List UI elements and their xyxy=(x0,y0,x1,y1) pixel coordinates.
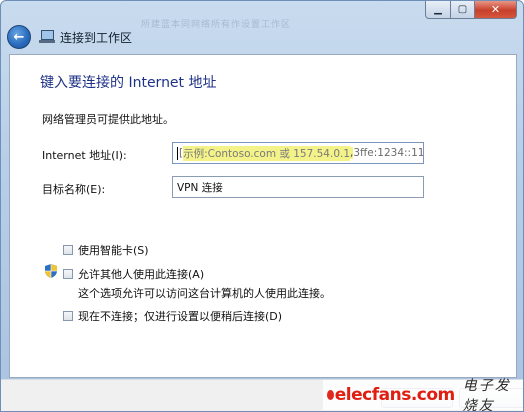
connect-later-option[interactable]: 现在不连接；仅进行设置以便稍后连接(D) xyxy=(63,308,282,324)
back-arrow-icon: ← xyxy=(13,29,25,45)
address-placeholder-highlight: 示例:Contoso.com 或 157.54.0.1 xyxy=(183,145,351,161)
page-heading: 键入要连接的 Internet 地址 xyxy=(40,75,217,91)
caption-buttons: ▁ ▢ ✕ xyxy=(425,1,517,19)
internet-address-label: Internet 地址(I): xyxy=(42,149,127,162)
connect-later-label: 现在不连接；仅进行设置以便稍后连接(D) xyxy=(78,310,283,323)
destination-name-input[interactable]: VPN 连接 xyxy=(172,176,424,198)
text-caret xyxy=(177,146,178,160)
watermark-brand: elecfans.com xyxy=(334,385,455,405)
watermark-dot-icon xyxy=(327,390,334,400)
allow-others-checkbox[interactable] xyxy=(63,269,73,279)
background-window-title: 所建蓝本同网络所有作设置工作区 xyxy=(141,20,292,30)
allow-others-note: 这个选项允许可以访问这台计算机的人使用此连接。 xyxy=(78,287,331,300)
content-panel: 键入要连接的 Internet 地址 网络管理员可提供此地址。 Internet… xyxy=(9,54,517,378)
allow-others-label: 允许其他人使用此连接(A) xyxy=(78,268,205,281)
minimize-button[interactable]: ▁ xyxy=(425,1,451,19)
smartcard-checkbox[interactable] xyxy=(63,245,73,255)
page-description: 网络管理员可提供此地址。 xyxy=(42,113,174,126)
close-icon: ✕ xyxy=(490,3,501,16)
connect-later-checkbox[interactable] xyxy=(63,311,73,321)
workplace-connection-icon xyxy=(39,30,55,44)
back-button[interactable]: ← xyxy=(7,25,31,49)
close-button[interactable]: ✕ xyxy=(475,1,517,19)
nav-row: ← 连接到工作区 xyxy=(7,23,132,51)
maximize-icon: ▢ xyxy=(457,4,468,15)
watermark-chinese: 电子发烧友 xyxy=(462,378,511,412)
allow-others-option[interactable]: 允许其他人使用此连接(A) xyxy=(63,266,204,282)
internet-address-input[interactable]: [ 示例:Contoso.com 或 157.54.0.1 , 3ffe:123… xyxy=(172,142,424,164)
uac-shield-icon xyxy=(45,264,57,278)
dialog-window: 所建蓝本同网络所有作设置工作区 ▁ ▢ ✕ ← 连接到工作区 键入要连接的 In… xyxy=(0,0,524,412)
smartcard-label: 使用智能卡(S) xyxy=(78,244,149,257)
minimize-icon: ▁ xyxy=(434,4,442,15)
smartcard-option[interactable]: 使用智能卡(S) xyxy=(63,242,149,258)
elecfans-watermark: elecfans.com 电子发烧友 xyxy=(323,378,523,411)
maximize-button[interactable]: ▢ xyxy=(451,1,475,19)
address-placeholder-tail: 3ffe:1234::1111] xyxy=(353,147,424,159)
nav-title: 连接到工作区 xyxy=(60,30,133,45)
destination-name-label: 目标名称(E): xyxy=(42,183,106,196)
